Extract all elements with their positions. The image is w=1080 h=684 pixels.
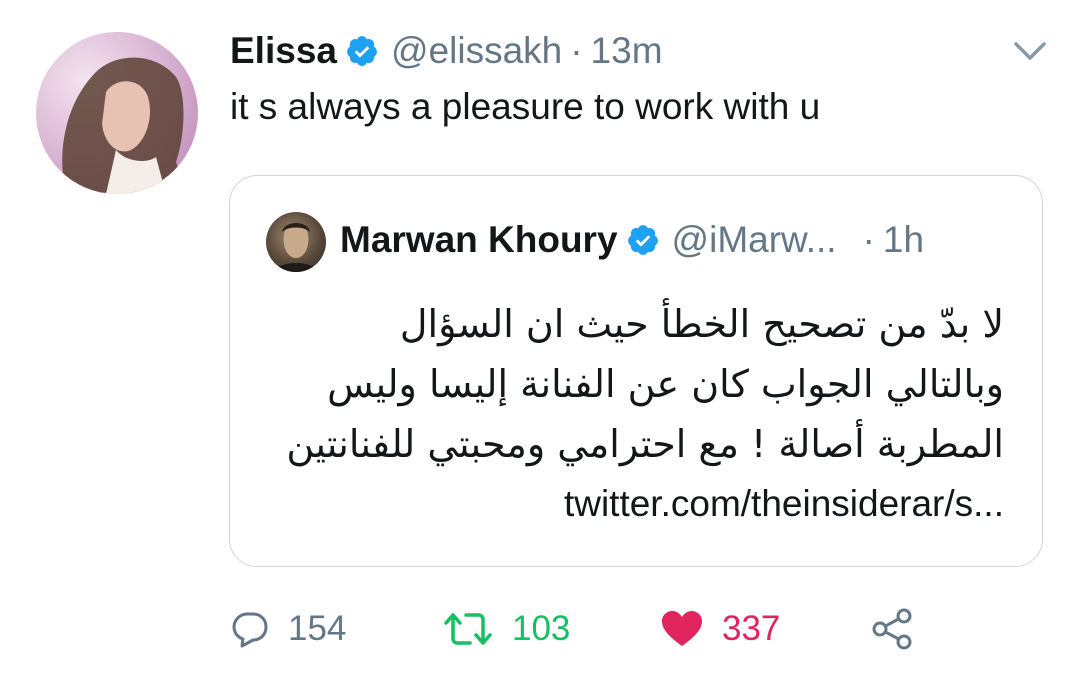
- elissa-avatar-icon: [62, 57, 186, 194]
- author-handle[interactable]: @elissakh: [391, 30, 562, 72]
- author-avatar[interactable]: [36, 32, 198, 194]
- quoted-tweet-header: Marwan Khoury @iMarw... · 1h: [340, 214, 924, 266]
- share-icon: [872, 608, 912, 650]
- quoted-author-handle[interactable]: @iMarw...: [672, 219, 837, 261]
- author-name[interactable]: Elissa: [230, 30, 337, 72]
- chevron-down-icon[interactable]: [1012, 38, 1048, 64]
- quoted-author-name[interactable]: Marwan Khoury: [340, 219, 618, 261]
- like-count: 337: [722, 609, 781, 648]
- heart-icon: [662, 611, 702, 646]
- retweet-button[interactable]: 103: [442, 600, 570, 658]
- like-button[interactable]: 337: [660, 600, 780, 658]
- reply-button[interactable]: 154: [230, 600, 346, 658]
- quoted-tweet-timestamp[interactable]: 1h: [883, 219, 924, 261]
- quoted-text-line: وبالتالي الجواب كان عن الفنانة إليسا ولي…: [327, 362, 1004, 406]
- verified-badge-icon: [345, 34, 379, 68]
- quoted-tweet-card[interactable]: Marwan Khoury @iMarw... · 1h لا بدّ من ت…: [229, 175, 1043, 567]
- quoted-tweet-text: لا بدّ من تصحيح الخطأ حيث ان السؤال وبال…: [264, 294, 1004, 534]
- retweet-icon: [444, 613, 492, 645]
- marwan-avatar-icon: [274, 223, 318, 272]
- quoted-text-line: لا بدّ من تصحيح الخطأ حيث ان السؤال: [399, 302, 1004, 346]
- reply-count: 154: [288, 609, 347, 648]
- tweet-header: Elissa @elissakh · 13m: [230, 26, 663, 76]
- tweet-text: it s always a pleasure to work with u: [230, 86, 821, 127]
- separator-dot: ·: [862, 219, 875, 260]
- quoted-author-avatar[interactable]: [266, 212, 326, 272]
- reply-icon: [232, 612, 268, 648]
- retweet-count: 103: [512, 609, 571, 648]
- quoted-text-line: المطربة أصالة ! مع احترامي ومحبتي للفنان…: [286, 422, 1004, 466]
- tweet-timestamp[interactable]: 13m: [591, 30, 663, 72]
- verified-badge-icon: [626, 223, 660, 257]
- share-button[interactable]: [870, 600, 914, 658]
- separator-dot: ·: [570, 30, 583, 71]
- quoted-tweet-link[interactable]: twitter.com/theinsiderar/s...: [264, 474, 1004, 534]
